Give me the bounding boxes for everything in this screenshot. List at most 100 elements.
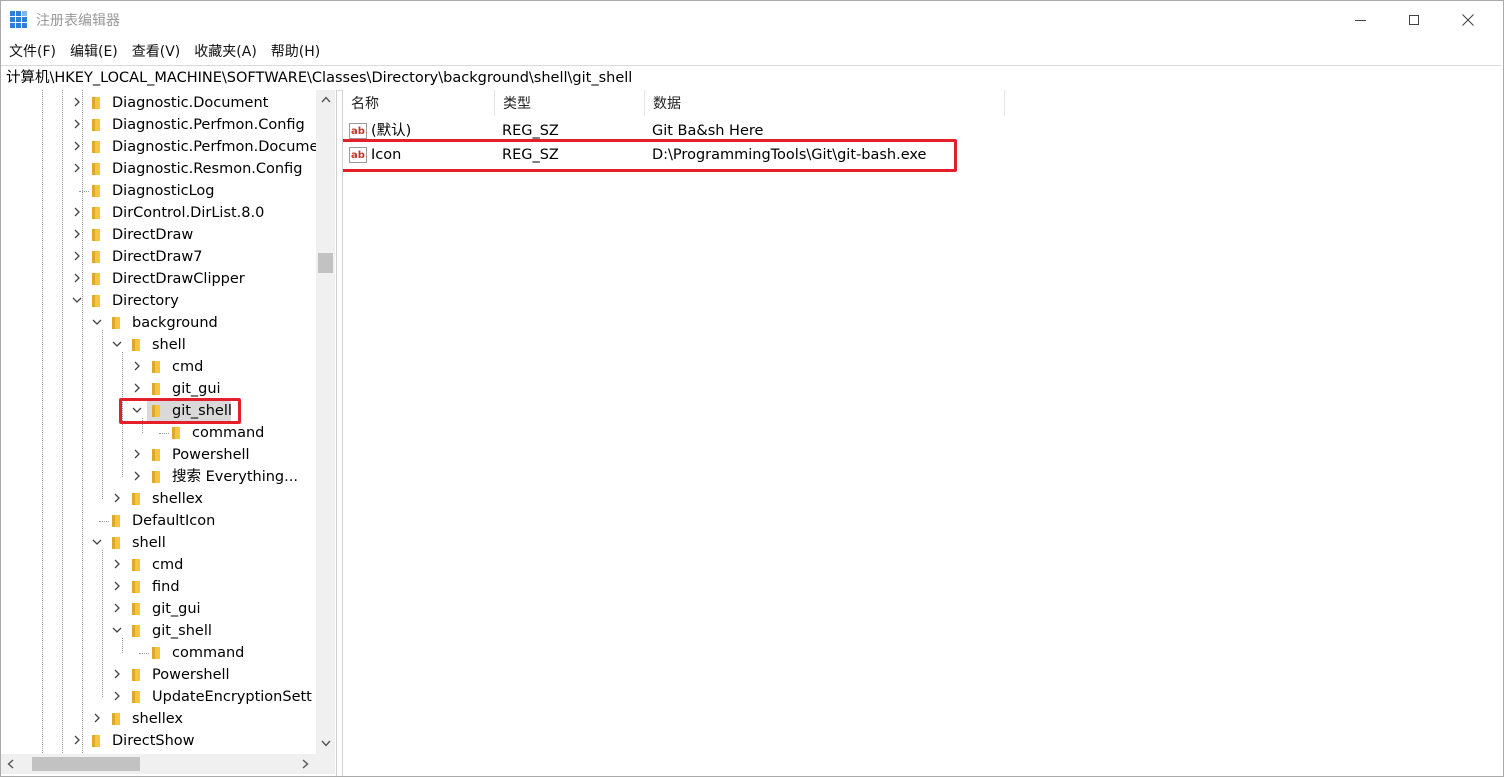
chevron-left-icon: [6, 759, 13, 769]
menu-item[interactable]: 文件(F): [1, 39, 63, 65]
folder-icon: [152, 383, 160, 395]
folder-icon: [132, 669, 140, 681]
key-tree-pane: Diagnostic.Document Diagnostic.Perfmon.Co…: [1, 90, 337, 776]
tree-node-label: shell: [132, 535, 166, 551]
menu-item[interactable]: 帮助(H): [264, 39, 327, 65]
chevron-right-icon: [114, 669, 120, 679]
menu-item[interactable]: 编辑(E): [63, 39, 125, 65]
expand-toggle[interactable]: [71, 118, 83, 130]
tree-node[interactable]: DirectDrawClipper: [1, 268, 316, 290]
tree-node[interactable]: DirControl.DirList.8.0: [1, 202, 316, 224]
tree-node[interactable]: Diagnostic.Perfmon.Docume: [1, 136, 318, 158]
column-header-data[interactable]: 数据: [645, 90, 1005, 116]
tree-node-label: git_gui: [152, 601, 201, 617]
expand-toggle[interactable]: [71, 734, 83, 746]
chevron-right-icon: [74, 251, 80, 261]
expand-toggle[interactable]: [111, 668, 123, 680]
tree-node[interactable]: git_gui: [1, 598, 316, 620]
folder-icon: [132, 493, 140, 505]
tree-node-label: 搜索 Everything...: [172, 469, 298, 485]
collapse-toggle[interactable]: [91, 316, 103, 328]
tree-node[interactable]: git_shell: [1, 398, 316, 424]
tree-vertical-scroll-thumb[interactable]: [318, 253, 333, 274]
menu-bar: 文件(F) 编辑(E) 查看(V) 收藏夹(A) 帮助(H): [1, 39, 1503, 65]
expand-toggle[interactable]: [71, 96, 83, 108]
scroll-down-button[interactable]: [316, 734, 335, 752]
folder-icon: [92, 229, 100, 241]
tree-node[interactable]: cmd: [1, 356, 316, 378]
expand-toggle[interactable]: [71, 140, 83, 152]
tree-vertical-scrollbar[interactable]: [316, 90, 335, 754]
expand-toggle[interactable]: [111, 602, 123, 614]
tree-node[interactable]: DefaultIcon: [1, 510, 316, 532]
expand-toggle[interactable]: [111, 690, 123, 702]
tree-node[interactable]: DirectDraw7: [1, 246, 316, 268]
registry-app-icon: [10, 11, 27, 28]
collapse-toggle[interactable]: [111, 338, 123, 350]
address-input[interactable]: [6, 68, 1496, 88]
tree-node-label: DirControl.DirList.8.0: [112, 205, 265, 221]
tree-node[interactable]: command: [1, 422, 316, 444]
expand-toggle[interactable]: [131, 470, 143, 482]
tree-node[interactable]: DirectShow: [1, 730, 316, 752]
tree-node[interactable]: DiagnosticLog: [1, 180, 316, 202]
tree-node[interactable]: Powershell: [1, 444, 316, 466]
expand-toggle[interactable]: [71, 272, 83, 284]
list-header: 名称 类型 数据: [343, 90, 1005, 116]
tree-node[interactable]: shell: [1, 532, 316, 554]
tree-node-label: DirectDraw7: [112, 249, 203, 265]
minimize-button[interactable]: [1333, 1, 1387, 39]
tree-guide-line: [99, 521, 109, 522]
scroll-up-button[interactable]: [316, 90, 335, 108]
close-button[interactable]: [1441, 1, 1495, 39]
tree-node[interactable]: shellex: [1, 708, 316, 730]
folder-icon: [112, 713, 120, 725]
value-row[interactable]: ab Icon REG_SZ D:\ProgrammingTools\Git\git-…: [343, 139, 1003, 172]
tree-node[interactable]: Powershell: [1, 664, 316, 686]
expand-toggle[interactable]: [131, 360, 143, 372]
tree-node[interactable]: cmd: [1, 554, 316, 576]
scroll-right-button[interactable]: [296, 754, 314, 774]
tree-node[interactable]: DirectDraw: [1, 224, 316, 246]
tree-node[interactable]: Directory: [1, 290, 316, 312]
expand-toggle[interactable]: [131, 382, 143, 394]
expand-toggle[interactable]: [71, 206, 83, 218]
tree-horizontal-scroll-thumb[interactable]: [32, 757, 140, 771]
expand-toggle[interactable]: [71, 162, 83, 174]
tree-horizontal-scrollbar[interactable]: [1, 754, 316, 774]
expand-toggle[interactable]: [91, 712, 103, 724]
chevron-right-icon: [74, 97, 80, 107]
tree-node[interactable]: shell: [1, 334, 316, 356]
expand-toggle[interactable]: [111, 492, 123, 504]
tree-node[interactable]: 搜索 Everything...: [1, 466, 316, 488]
tree-node[interactable]: background: [1, 312, 316, 334]
expand-toggle[interactable]: [71, 228, 83, 240]
column-header-type[interactable]: 类型: [495, 90, 645, 116]
collapse-toggle[interactable]: [91, 536, 103, 548]
tree-node[interactable]: shellex: [1, 488, 316, 510]
tree-node[interactable]: Diagnostic.Document: [1, 92, 316, 114]
chevron-up-icon: [320, 95, 331, 102]
menu-item[interactable]: 查看(V): [125, 39, 188, 65]
address-bar: [1, 65, 1501, 91]
menu-item[interactable]: 收藏夹(A): [187, 39, 264, 65]
tree-node[interactable]: UpdateEncryptionSett: [1, 686, 316, 708]
tree-node[interactable]: git_shell: [1, 620, 316, 642]
expand-toggle[interactable]: [71, 250, 83, 262]
expand-toggle[interactable]: [111, 558, 123, 570]
tree-node[interactable]: git_gui: [1, 378, 316, 400]
chevron-down-icon: [92, 319, 102, 325]
tree-node[interactable]: find: [1, 576, 316, 598]
tree-guide-line: [139, 653, 149, 654]
collapse-toggle[interactable]: [111, 624, 123, 636]
expand-toggle[interactable]: [131, 448, 143, 460]
maximize-button[interactable]: [1387, 1, 1441, 39]
column-header-name[interactable]: 名称: [343, 90, 495, 116]
collapse-toggle[interactable]: [71, 294, 83, 306]
tree-node[interactable]: command: [1, 642, 316, 664]
tree-node[interactable]: Diagnostic.Resmon.Config: [1, 158, 316, 180]
chevron-right-icon: [302, 759, 309, 769]
tree-node[interactable]: Diagnostic.Perfmon.Config: [1, 114, 316, 136]
expand-toggle[interactable]: [111, 580, 123, 592]
scroll-left-button[interactable]: [1, 754, 19, 774]
